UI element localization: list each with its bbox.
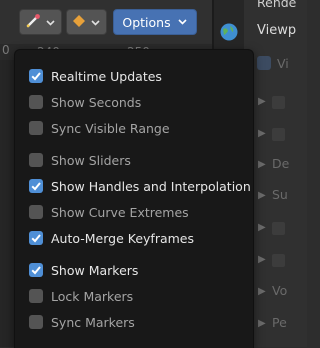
collapse-arrow-icon[interactable]: ▶	[258, 286, 266, 297]
brush-icon	[25, 13, 41, 32]
menu-item-show-sliders[interactable]: Show Sliders	[29, 150, 131, 170]
menu-item-label: Sync Visible Range	[51, 120, 170, 136]
menu-item-auto-merge-keyframes[interactable]: Auto-Merge Keyframes	[29, 228, 194, 248]
checkbox[interactable]	[272, 96, 285, 109]
checkbox[interactable]	[29, 153, 43, 167]
panel-row-label: Su	[272, 187, 288, 202]
checkbox[interactable]	[29, 231, 43, 245]
checkbox[interactable]	[29, 95, 43, 109]
options-button-label: Options	[122, 14, 171, 30]
checkbox[interactable]	[257, 56, 271, 70]
menu-item-show-markers[interactable]: Show Markers	[29, 260, 138, 280]
checkbox[interactable]	[29, 263, 43, 277]
collapse-arrow-icon[interactable]: ▶	[258, 254, 266, 265]
checkbox[interactable]	[29, 205, 43, 219]
panel-row-label: Vi	[277, 56, 289, 71]
options-menu: Realtime Updates Show Seconds Sync Visib…	[14, 49, 254, 348]
checkbox[interactable]	[29, 315, 43, 329]
menu-item-label: Realtime Updates	[51, 68, 162, 84]
keyframe-type-dropdown[interactable]	[66, 9, 107, 35]
menu-item-label: Show Handles and Interpolation	[51, 178, 251, 194]
menu-item-label: Show Markers	[51, 262, 139, 278]
panel-row-label: Vo	[272, 283, 288, 298]
menu-item-label: Show Sliders	[51, 152, 131, 168]
menu-item-label: Sync Markers	[51, 314, 135, 330]
brush-tool-dropdown[interactable]	[19, 9, 62, 35]
checkbox[interactable]	[29, 69, 43, 83]
checkbox[interactable]	[29, 289, 43, 303]
chevron-down-icon	[45, 17, 56, 28]
chevron-down-icon	[90, 17, 101, 28]
keyframe-icon	[72, 14, 86, 31]
menu-item-label: Show Curve Extremes	[51, 204, 189, 220]
panel-row-label: De	[272, 156, 290, 171]
panel-header-text: Rende	[257, 0, 297, 10]
menu-item-show-seconds[interactable]: Show Seconds	[29, 92, 141, 112]
menu-item-label: Lock Markers	[51, 288, 134, 304]
checkbox[interactable]	[272, 128, 285, 141]
checkbox[interactable]	[29, 121, 43, 135]
checkbox[interactable]	[272, 254, 285, 267]
checkbox[interactable]	[272, 222, 285, 235]
options-button[interactable]: Options	[113, 9, 197, 35]
menu-item-label: Show Seconds	[51, 94, 142, 110]
world-icon[interactable]	[219, 22, 239, 42]
collapse-arrow-icon[interactable]: ▶	[258, 222, 266, 233]
chevron-down-icon	[177, 15, 188, 30]
collapse-arrow-icon[interactable]: ▶	[258, 128, 266, 139]
menu-item-lock-markers[interactable]: Lock Markers	[29, 286, 133, 306]
ruler-marker: 0	[2, 43, 10, 57]
menu-item-sync-markers[interactable]: Sync Markers	[29, 312, 135, 332]
collapse-arrow-icon[interactable]: ▶	[258, 318, 266, 329]
collapse-arrow-icon[interactable]: ▶	[258, 159, 266, 170]
checkbox[interactable]	[29, 179, 43, 193]
menu-item-show-curve-extremes[interactable]: Show Curve Extremes	[29, 202, 189, 222]
collapse-arrow-icon[interactable]: ▶	[258, 96, 266, 107]
panel-title: Viewp	[257, 23, 297, 38]
collapse-arrow-icon[interactable]: ▶	[258, 190, 266, 201]
menu-item-show-handles[interactable]: Show Handles and Interpolation	[29, 176, 251, 196]
panel-row-label: Pe	[272, 315, 287, 330]
menu-item-label: Auto-Merge Keyframes	[51, 230, 194, 246]
menu-item-sync-visible-range[interactable]: Sync Visible Range	[29, 118, 170, 138]
menu-item-realtime-updates[interactable]: Realtime Updates	[29, 66, 162, 86]
